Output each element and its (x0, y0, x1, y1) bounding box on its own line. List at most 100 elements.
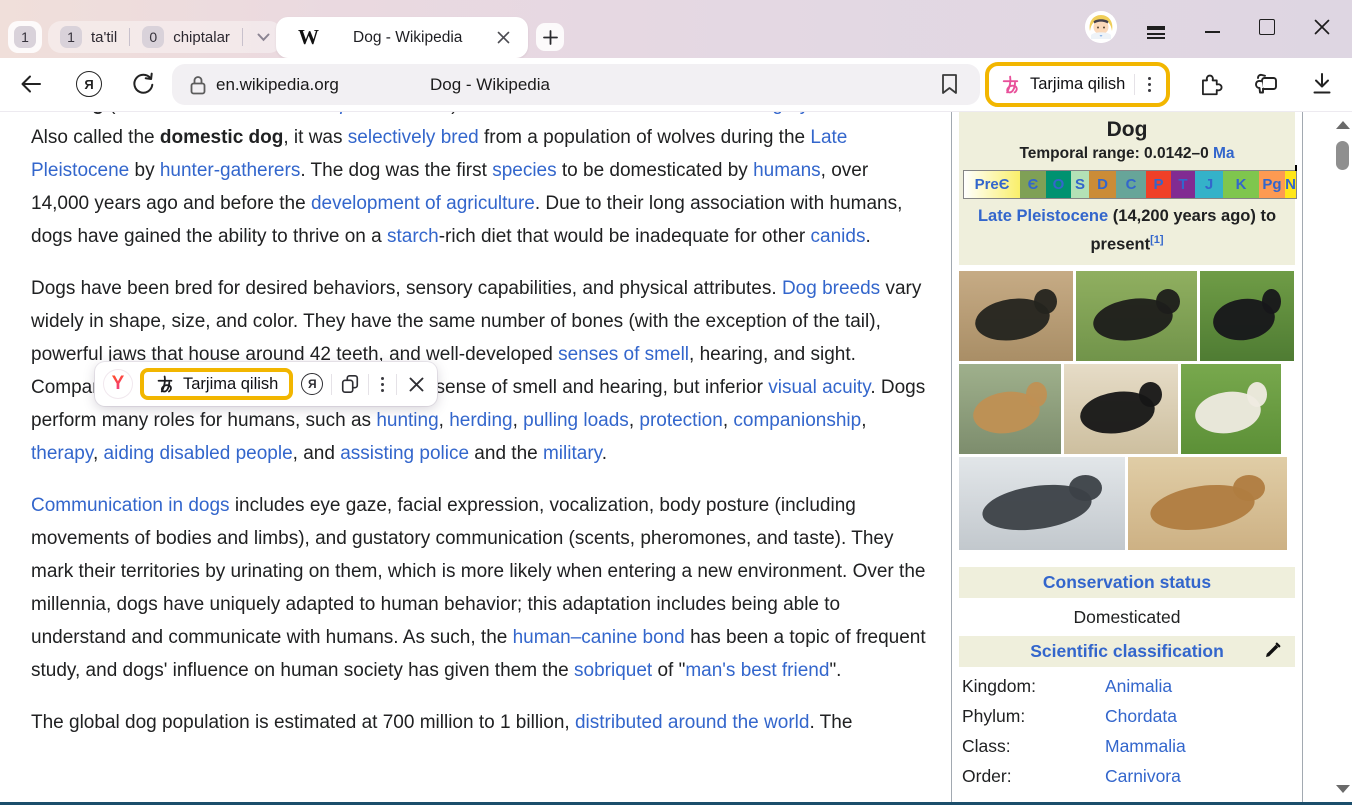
translate-more-icon[interactable] (1144, 77, 1155, 92)
scroll-down-arrow[interactable] (1336, 785, 1350, 793)
article-link[interactable]: Canis lupus familiaris (272, 112, 452, 115)
tab-dog-wikipedia[interactable]: W Dog - Wikipedia (276, 17, 528, 58)
timescale-segment-PreЄ[interactable]: PreЄ (964, 171, 1020, 198)
menu-icon[interactable] (1143, 14, 1169, 40)
chevron-down-icon[interactable] (257, 33, 270, 42)
article-link[interactable]: species (492, 160, 556, 181)
group-label-tatil[interactable]: ta'til (91, 29, 117, 46)
taxonomy-value-link[interactable]: Carnivora (1105, 766, 1181, 787)
article-link[interactable]: companionship (733, 410, 861, 431)
timescale-segment-C[interactable]: C (1116, 171, 1146, 198)
article-link[interactable]: visual acuity (768, 377, 870, 398)
classification-header-label[interactable]: Scientific classification (1030, 641, 1224, 661)
password-manager-icon[interactable] (1251, 69, 1281, 99)
timescale-segment-O[interactable]: O (1046, 171, 1071, 198)
reload-icon[interactable] (128, 69, 158, 99)
article-link[interactable]: distributed around the world (575, 712, 809, 733)
avatar[interactable] (1085, 11, 1117, 43)
edit-icon[interactable] (1264, 642, 1281, 659)
article-link[interactable]: human–canine bond (513, 627, 685, 648)
bookmark-icon[interactable] (941, 73, 958, 95)
taxonomy-value-link[interactable]: Chordata (1105, 706, 1177, 727)
timescale-segment-D[interactable]: D (1089, 171, 1116, 198)
yandex-home-icon[interactable]: Я (74, 69, 104, 99)
dog-photo-dogs-on-sand[interactable] (1128, 457, 1287, 550)
article-link[interactable]: humans (753, 160, 821, 181)
minimize-button[interactable] (1199, 14, 1225, 40)
article-link[interactable]: gray wolf (772, 112, 848, 115)
timescale-segment-S[interactable]: S (1071, 171, 1089, 198)
article-link[interactable]: Dog breeds (782, 278, 880, 299)
article-link[interactable]: assisting police (340, 443, 469, 464)
article-link[interactable]: senses of smell (558, 344, 689, 365)
download-icon[interactable] (1307, 69, 1337, 99)
timescale-segment-T[interactable]: T (1171, 171, 1195, 198)
url-host[interactable]: en.wikipedia.org (216, 75, 339, 95)
tab-group[interactable]: 1 ta'til 0 chiptalar (48, 21, 282, 53)
article-link[interactable]: starch (387, 226, 439, 247)
article-link[interactable]: therapy (31, 443, 93, 464)
timescale-segment-N[interactable]: N (1285, 171, 1296, 198)
group-label-chiptalar[interactable]: chiptalar (173, 29, 230, 46)
maximize-button[interactable] (1254, 14, 1280, 40)
conservation-header-label[interactable]: Conservation status (1043, 572, 1211, 592)
timescale-segment-P[interactable]: P (1146, 171, 1171, 198)
article-link[interactable]: protection (639, 410, 722, 431)
new-tab-button[interactable] (536, 23, 564, 51)
temporal-unit-link[interactable]: Ma (1213, 145, 1235, 162)
tab-close-icon[interactable] (497, 31, 510, 44)
late-pleistocene-link[interactable]: Late Pleistocene (978, 207, 1108, 225)
article-link[interactable]: man's best friend (685, 660, 829, 681)
copy-icon[interactable] (340, 373, 360, 395)
article-link[interactable]: Communication in dogs (31, 495, 230, 516)
article-link[interactable]: hunting (376, 410, 438, 431)
translate-button[interactable]: Tarjima qilish (985, 62, 1170, 107)
yandex-logo-icon[interactable]: Y (104, 370, 132, 398)
timescale-segment-K[interactable]: K (1223, 171, 1259, 198)
taxonomy-row: Kingdom: Animalia (959, 667, 1295, 697)
taxonomy-value-link[interactable]: Animalia (1105, 676, 1172, 697)
popup-more-icon[interactable] (377, 377, 388, 392)
dog-photo-japanese-chin-grass[interactable] (1200, 271, 1294, 361)
timescale-segment-Є[interactable]: Є (1020, 171, 1046, 198)
lead-sentence-clipped: The dog (Canis familiaris or Canis lupus… (31, 112, 930, 121)
timescale-segment-Pg[interactable]: Pg (1259, 171, 1285, 198)
photo-subject (1034, 289, 1057, 314)
lock-icon[interactable] (189, 74, 207, 96)
article-link[interactable]: domesticated (498, 112, 611, 115)
article-link[interactable]: canids (811, 226, 866, 247)
close-window-button[interactable] (1309, 14, 1335, 40)
article-link[interactable]: Canis familiaris (115, 112, 244, 115)
dog-photo-sled-dogs-snow[interactable] (959, 457, 1125, 550)
dog-photo-terrier-grass[interactable] (1181, 364, 1281, 454)
article-link[interactable]: pulling loads (523, 410, 629, 431)
article-link[interactable]: hunter-gatherers (160, 160, 300, 181)
article-link[interactable]: development of agriculture (311, 193, 535, 214)
back-icon[interactable] (16, 69, 46, 99)
taxonomy-value-link[interactable]: Mammalia (1105, 736, 1186, 757)
article-link[interactable]: selectively bred (348, 127, 479, 148)
article-link[interactable]: military (543, 443, 602, 464)
article-link[interactable]: aiding disabled people (104, 443, 293, 464)
wikipedia-favicon: W (298, 25, 319, 50)
dog-photo-golden-retriever-water[interactable] (959, 364, 1061, 454)
timescale-segment-J[interactable]: J (1195, 171, 1223, 198)
temporal-range-detail: Late Pleistocene (14,200 years ago) to p… (963, 204, 1291, 257)
scroll-up-arrow[interactable] (1336, 121, 1350, 129)
dog-photo-black-mottled-dog-dirt[interactable] (959, 271, 1073, 361)
article-link[interactable]: sobriquet (574, 660, 652, 681)
scrollbar[interactable] (1334, 112, 1350, 802)
taxobox-title: Dog (963, 118, 1291, 142)
address-bar[interactable]: en.wikipedia.org Dog - Wikipedia (172, 64, 980, 105)
scrollbar-thumb[interactable] (1336, 141, 1349, 170)
popup-close-icon[interactable] (405, 377, 428, 392)
article-link[interactable]: herding (449, 410, 512, 431)
tab-counter-button[interactable]: 1 (8, 21, 42, 53)
tab-strip: 1 1 ta'til 0 chiptalar W Dog - Wikipedia (0, 0, 1352, 58)
popup-translate-button[interactable]: Tarjima qilish (140, 368, 293, 400)
reference-link[interactable]: [1] (1150, 234, 1163, 246)
extensions-icon[interactable] (1196, 69, 1226, 99)
dog-photo-black-dog-snowy-field[interactable] (1064, 364, 1178, 454)
yandex-search-icon[interactable]: Я (301, 373, 323, 395)
dog-photo-black-white-dog-grass[interactable] (1076, 271, 1197, 361)
